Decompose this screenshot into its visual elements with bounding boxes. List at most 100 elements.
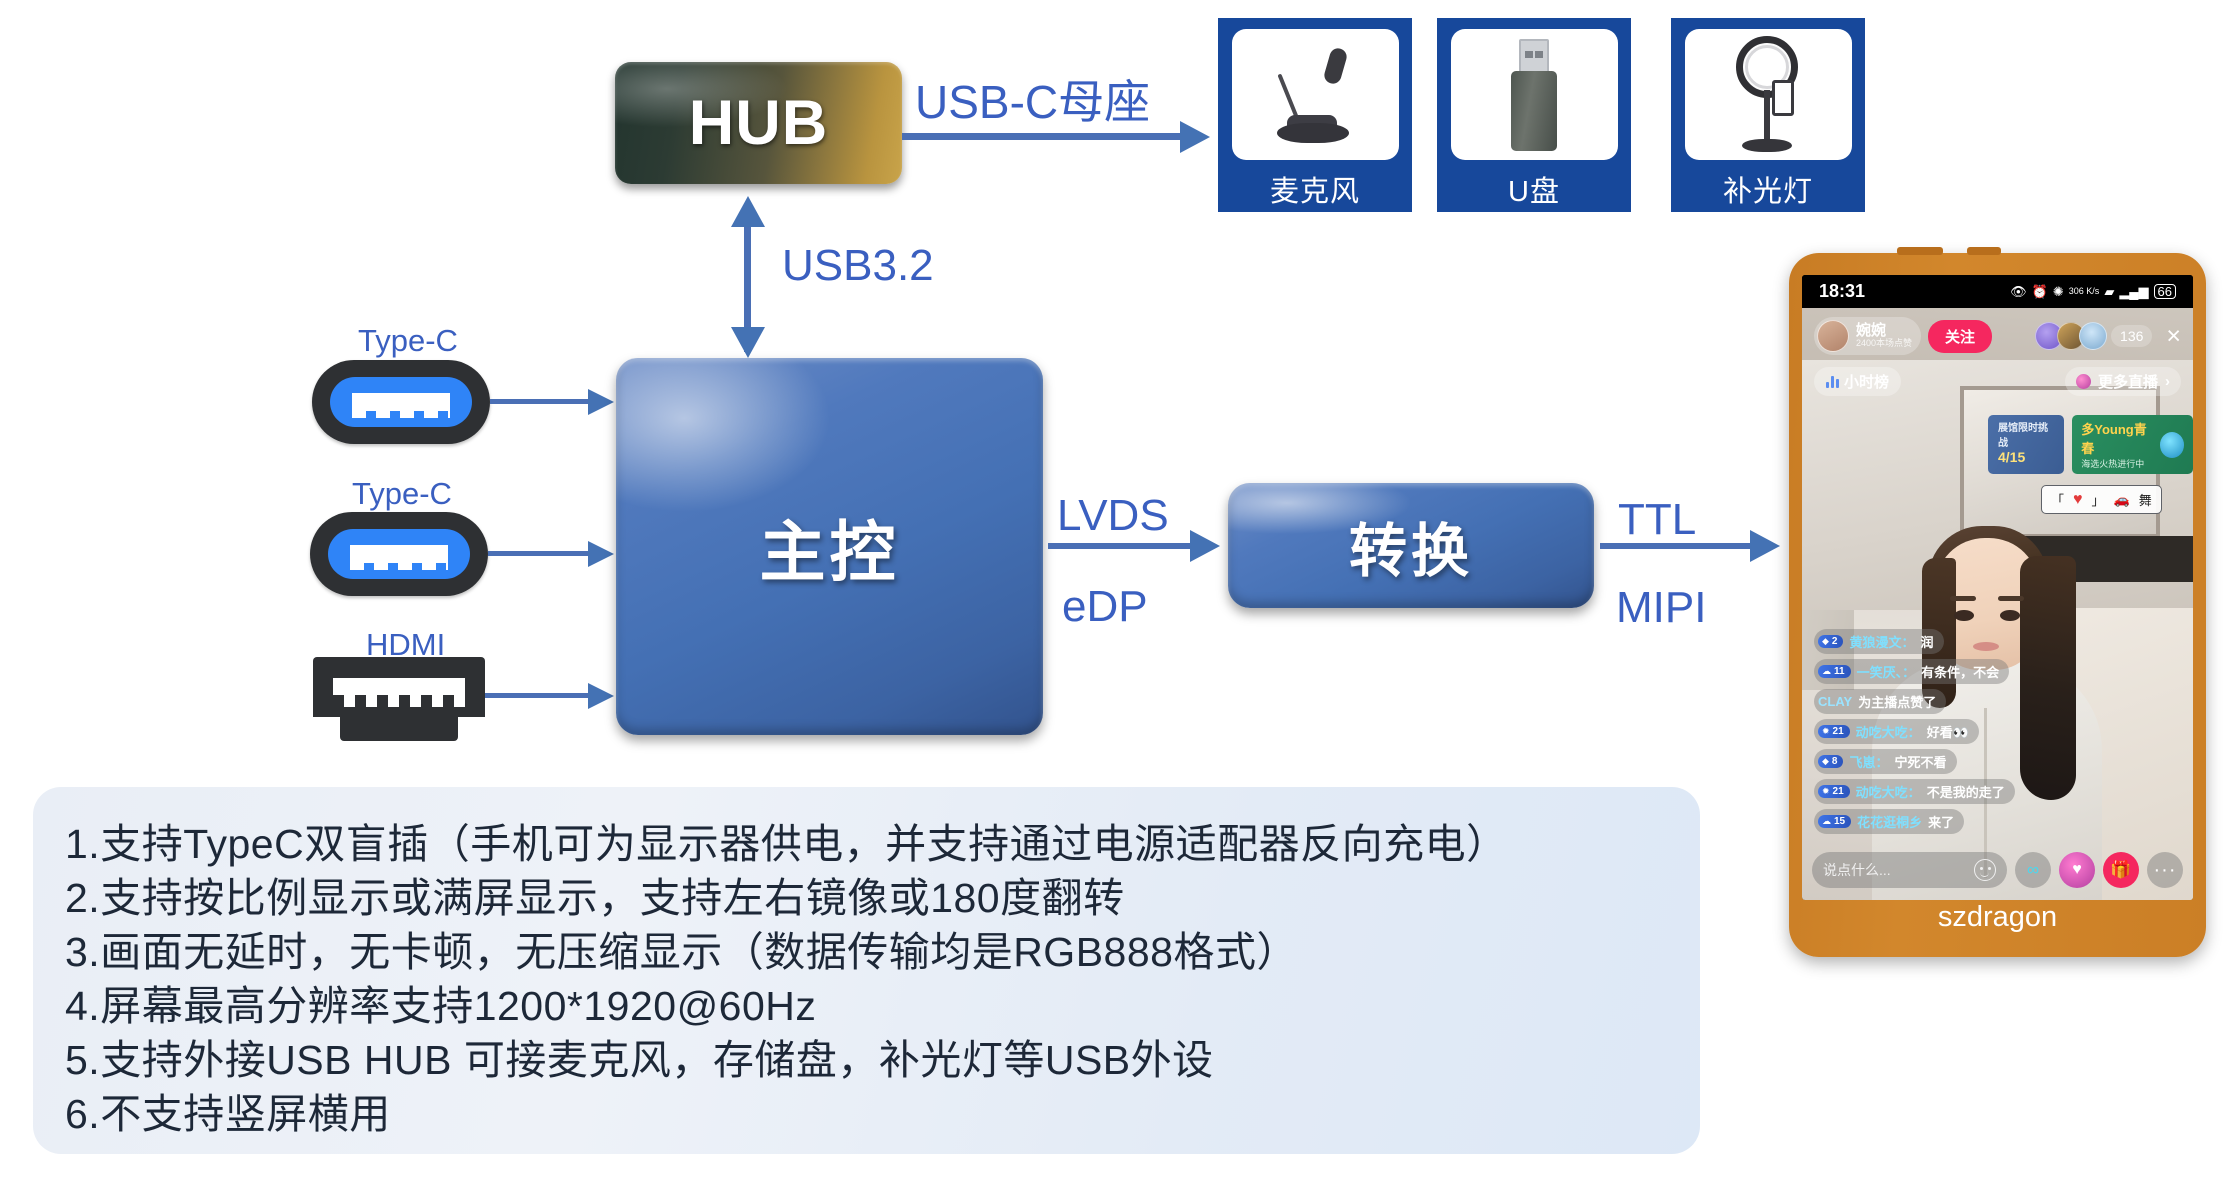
- usb-type-c-port-icon-1: [312, 360, 490, 444]
- planet-icon: [2075, 374, 2091, 389]
- bracket-right: 」: [2091, 493, 2105, 508]
- level-number: 8: [1831, 756, 1838, 767]
- chat-username: CLAY: [1818, 694, 1853, 709]
- spec-line-5: 5.支持外接USB HUB 可接麦克风，存储盘，补光灯等USB外设: [65, 1037, 1214, 1083]
- signal-icon: ▂▄▆: [2119, 284, 2149, 299]
- host-likes-count: 2400本场点赞: [1856, 338, 1913, 349]
- microphone-icon: [1231, 29, 1399, 160]
- challenge-banner[interactable]: 展馆限时挑战 4/15: [1988, 415, 2065, 474]
- youth-event-badge-icon: [2159, 431, 2184, 458]
- mcu-to-converter-arrow-head: [1190, 530, 1220, 562]
- chat-message: 有条件，不会: [1921, 665, 2000, 680]
- heart-gift-icon[interactable]: ♥: [2059, 852, 2095, 888]
- list-item[interactable]: ✹ 21 动吃大吃： 好看👀: [1814, 719, 1979, 744]
- spec-line-3: 3.画面无延时，无卡顿，无压缩显示（数据传输均是RGB888格式）: [65, 929, 1298, 975]
- ttl-label: TTL: [1618, 495, 1697, 544]
- converter-to-screen-arrow-head: [1750, 530, 1780, 562]
- chat-input-placeholder: 说点什么...: [1823, 862, 1891, 878]
- live-chat-list[interactable]: ◆ 2 黄狼漫文： 润 ☁ 11 一笑厌、： 有条件，不会 CLAY 为主播点赞…: [1814, 629, 2114, 834]
- phone-power-button[interactable]: [1967, 247, 2001, 255]
- crown-icon: ◆: [1822, 636, 1829, 646]
- wifi-icon: ▰: [2104, 284, 2115, 299]
- chat-username: 动吃大吃：: [1855, 785, 1921, 800]
- follow-button[interactable]: 关注: [1928, 319, 1993, 353]
- more-live-button[interactable]: 更多直播 ›: [2064, 367, 2181, 396]
- usb-c-female-label: USB-C母座: [915, 76, 1151, 128]
- spec-line-4: 4.屏幕最高分辨率支持1200*1920@60Hz: [65, 983, 817, 1029]
- chat-username: 花花逛桐乡: [1857, 815, 1923, 830]
- list-item[interactable]: ✹ 21 动吃大吃： 不是我的走了: [1814, 779, 2015, 804]
- lvds-label: LVDS: [1057, 491, 1169, 540]
- list-item[interactable]: CLAY 为主播点赞了: [1814, 689, 1947, 714]
- viewer-avatar-stack[interactable]: 136: [2035, 322, 2153, 350]
- bracket-left: 「: [2051, 493, 2065, 508]
- bar-chart-icon: [1826, 375, 1839, 388]
- hub-block: HUB: [615, 62, 902, 184]
- peripheral-card-ring-light: 补光灯: [1671, 18, 1865, 212]
- gift-box-icon[interactable]: 🎁: [2103, 852, 2139, 888]
- typec1-arrow-head: [588, 389, 614, 415]
- peripheral-card-usb-drive: U盘: [1437, 18, 1631, 212]
- hub-to-mcu-arrow-head-down: [731, 327, 765, 358]
- chat-username: 飞崽：: [1849, 755, 1889, 770]
- level-badge: ✹ 21: [1818, 725, 1850, 738]
- emoji-icon[interactable]: [1974, 859, 1996, 881]
- chat-message: 来了: [1928, 815, 1955, 830]
- list-item[interactable]: ◆ 2 黄狼漫文： 润: [1814, 629, 1944, 654]
- viewer-count: 136: [2111, 325, 2153, 347]
- crown-icon: ✹: [1822, 786, 1830, 796]
- chat-input[interactable]: 说点什么...: [1812, 852, 2007, 888]
- chat-message: 好看👀: [1926, 725, 1969, 740]
- usb-flash-drive-icon: [1450, 29, 1618, 160]
- promo-banner-row: 展馆限时挑战 4/15 多Young青春 海选火热进行中: [1988, 415, 2193, 474]
- chat-username: 黄狼漫文：: [1849, 635, 1915, 650]
- crown-icon: ✹: [1822, 726, 1830, 736]
- status-icon-group: 👁 ⏰ ✺ 306 K/s ▰ ▂▄▆ 66: [2010, 284, 2176, 299]
- usb-type-c-port-icon-2: [310, 512, 488, 596]
- chat-message: 润: [1920, 635, 1934, 650]
- heart-icon: ♥: [2073, 490, 2083, 508]
- more-live-label: 更多直播: [2097, 374, 2158, 391]
- hdmi-arrow-line: [485, 693, 590, 698]
- mcu-block: 主控: [616, 358, 1043, 735]
- usb32-label: USB3.2: [782, 241, 934, 290]
- chat-username: 动吃大吃：: [1855, 725, 1921, 740]
- spec-line-2: 2.支持按比例显示或满屏显示，支持左右镜像或180度翻转: [65, 875, 1125, 921]
- level-number: 2: [1831, 636, 1838, 647]
- peripheral-label-usb-drive: U盘: [1508, 176, 1560, 208]
- youth-event-banner[interactable]: 多Young青春 海选火热进行中: [2072, 415, 2193, 474]
- input-label-type-c-1: Type-C: [358, 323, 458, 358]
- hourly-rank-button[interactable]: 小时榜: [1814, 367, 1902, 396]
- bluetooth-icon: ✺: [2052, 284, 2064, 299]
- host-info-chip[interactable]: 婉婉 2400本场点赞: [1814, 317, 1922, 355]
- chat-username: 一笑厌、：: [1856, 665, 1916, 680]
- peripheral-label-ring-light: 补光灯: [1722, 176, 1813, 208]
- input-label-type-c-2: Type-C: [352, 476, 452, 511]
- hub-to-mcu-arrow-head-up: [731, 196, 765, 227]
- peripheral-label-microphone: 麦克风: [1269, 176, 1360, 208]
- list-item[interactable]: ☁ 11 一笑厌、： 有条件，不会: [1814, 659, 2010, 684]
- chat-message: 为主播点赞了: [1858, 695, 1937, 710]
- avatar[interactable]: [1817, 320, 1849, 352]
- more-options-icon[interactable]: ···: [2147, 852, 2183, 888]
- chat-message: 宁死不看: [1894, 755, 1947, 770]
- status-time: 18:31: [1819, 281, 1866, 301]
- close-icon[interactable]: ×: [2166, 323, 2181, 349]
- challenge-banner-title: 展馆限时挑战: [1998, 423, 2048, 449]
- list-item[interactable]: ☁ 15 花花逛桐乡 来了: [1814, 809, 1965, 834]
- crown-icon: ◆: [1822, 756, 1829, 766]
- share-link-icon[interactable]: ∞: [2015, 852, 2051, 888]
- viewer-avatar[interactable]: [2079, 322, 2108, 350]
- level-number: 21: [1832, 786, 1844, 797]
- network-speed-label: 306 K/s: [2068, 286, 2100, 296]
- mipi-label: MIPI: [1616, 583, 1707, 632]
- typec1-arrow-line: [490, 399, 590, 404]
- phone-volume-button[interactable]: [1897, 247, 1943, 255]
- list-item[interactable]: ◆ 8 飞崽： 宁死不看: [1814, 749, 1957, 774]
- mcu-to-converter-arrow-line: [1048, 543, 1193, 549]
- host-name: 婉婉: [1856, 321, 1887, 339]
- typec2-arrow-line: [488, 551, 590, 556]
- car-icon: 🚗: [2113, 491, 2130, 507]
- hub-label: HUB: [688, 88, 829, 158]
- phone-screen: 18:31 👁 ⏰ ✺ 306 K/s ▰ ▂▄▆ 66 婉婉 2400本场点赞…: [1802, 275, 2193, 900]
